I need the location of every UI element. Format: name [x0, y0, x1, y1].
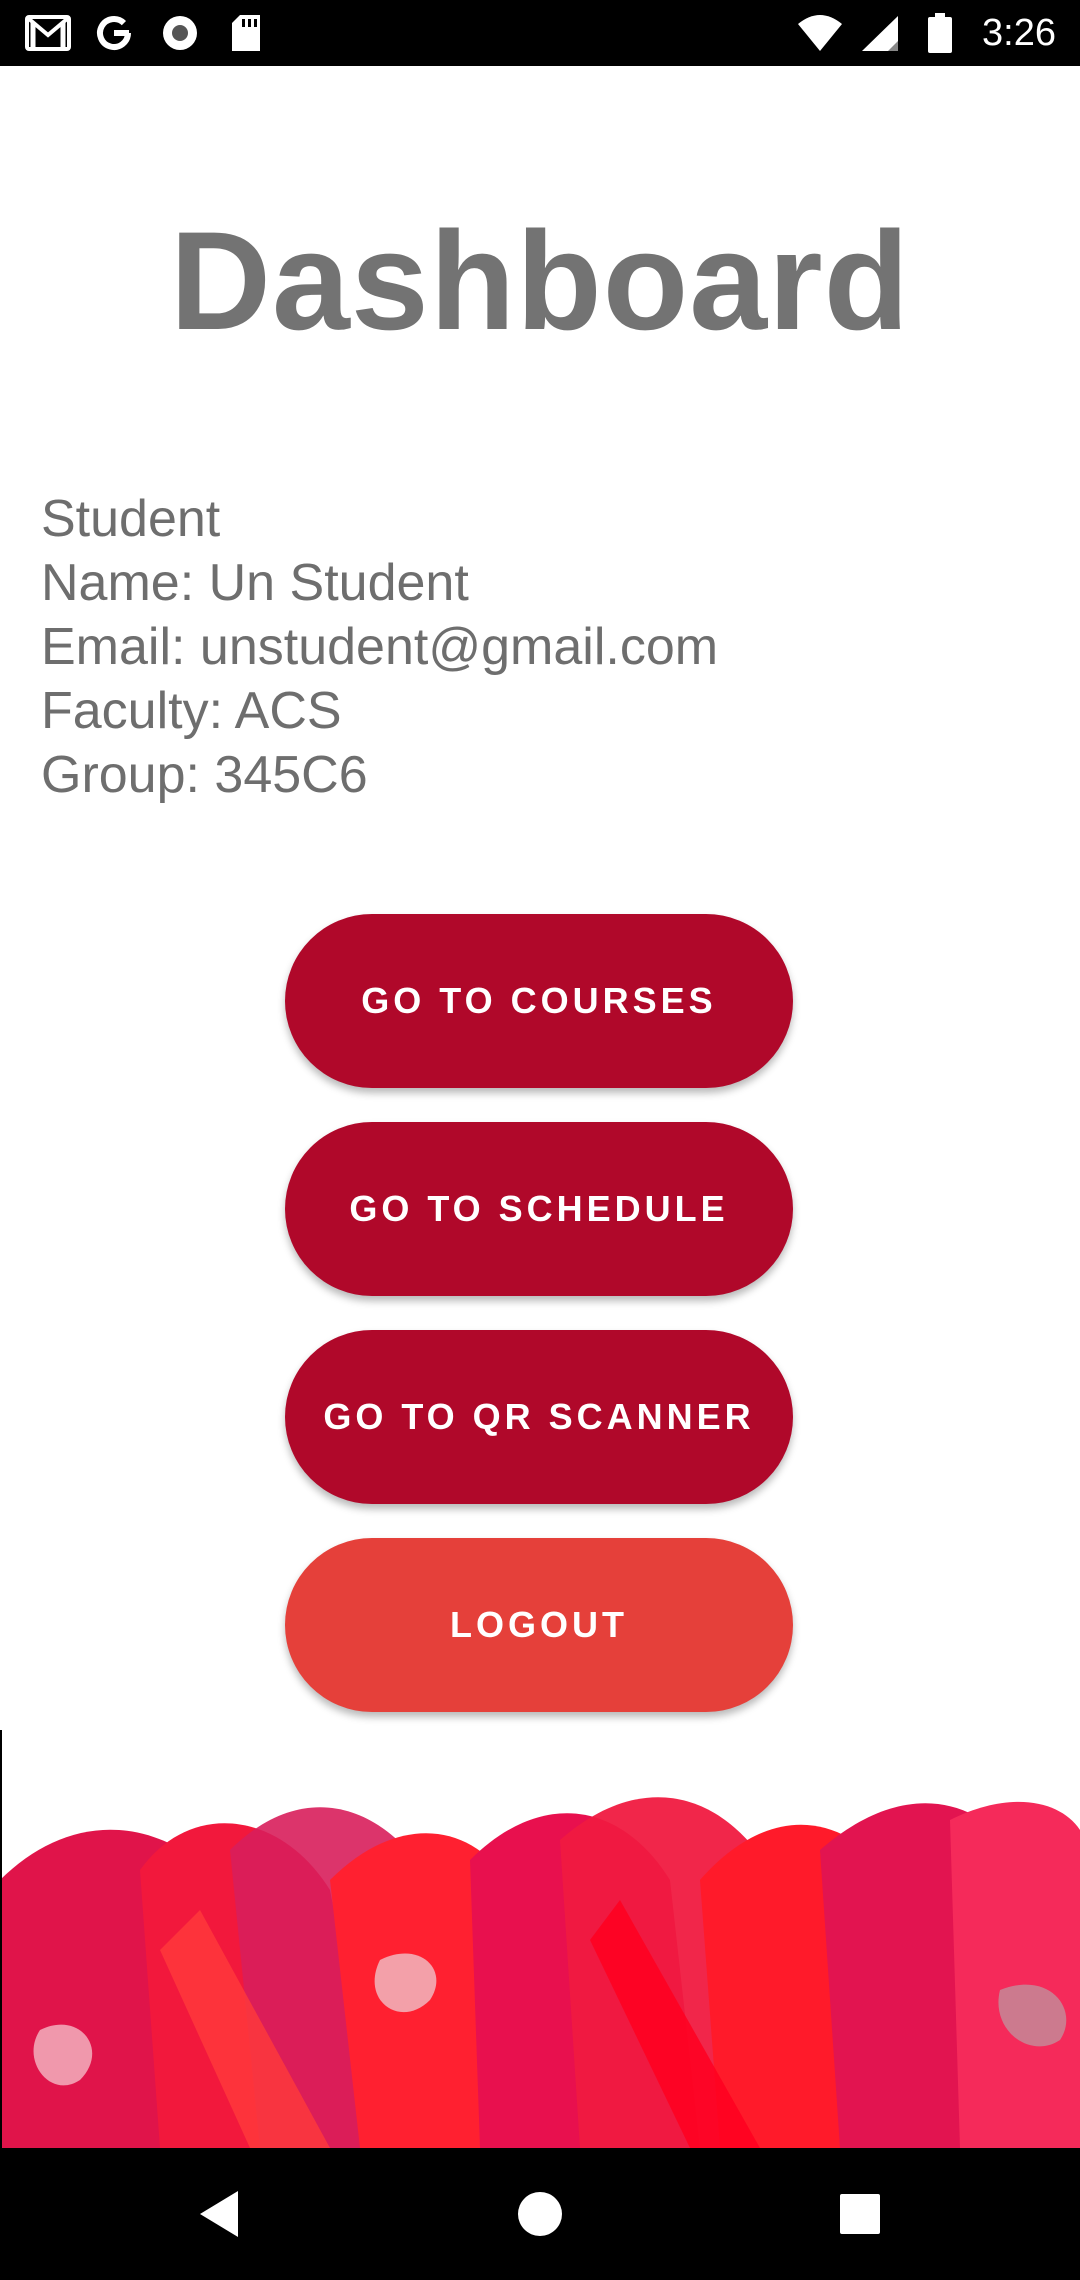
status-bar: 3:26 — [0, 0, 1080, 66]
go-to-qr-scanner-button[interactable]: GO TO QR SCANNER — [285, 1330, 793, 1504]
home-icon[interactable] — [504, 2178, 576, 2250]
recents-icon[interactable] — [824, 2178, 896, 2250]
google-icon — [90, 12, 138, 54]
battery-icon — [916, 12, 964, 54]
back-icon[interactable] — [183, 2178, 255, 2250]
system-icons: 3:26 — [796, 8, 1056, 58]
record-icon — [156, 12, 204, 54]
status-clock: 3:26 — [982, 11, 1056, 54]
notification-icons — [24, 12, 270, 54]
gmail-icon — [24, 12, 72, 54]
page-title: Dashboard — [169, 202, 911, 359]
profile-email: Email: unstudent@gmail.com — [41, 618, 719, 676]
logout-button[interactable]: LOGOUT — [285, 1538, 793, 1712]
profile-group: Group: 345C6 — [41, 746, 368, 804]
left-edge-line — [0, 1730, 2, 2148]
cell-signal-icon — [856, 12, 904, 54]
sd-card-icon — [222, 12, 270, 54]
decorative-brush-strokes — [0, 1730, 1080, 2148]
profile-name: Name: Un Student — [41, 554, 469, 612]
profile-role: Student — [41, 490, 221, 548]
navigation-bar — [0, 2148, 1080, 2280]
profile-faculty: Faculty: ACS — [41, 682, 342, 740]
go-to-courses-button[interactable]: GO TO COURSES — [285, 914, 793, 1088]
profile-info: Student Name: Un Student Email: unstuden… — [41, 487, 718, 807]
wifi-icon — [796, 12, 844, 54]
go-to-schedule-button[interactable]: GO TO SCHEDULE — [285, 1122, 793, 1296]
